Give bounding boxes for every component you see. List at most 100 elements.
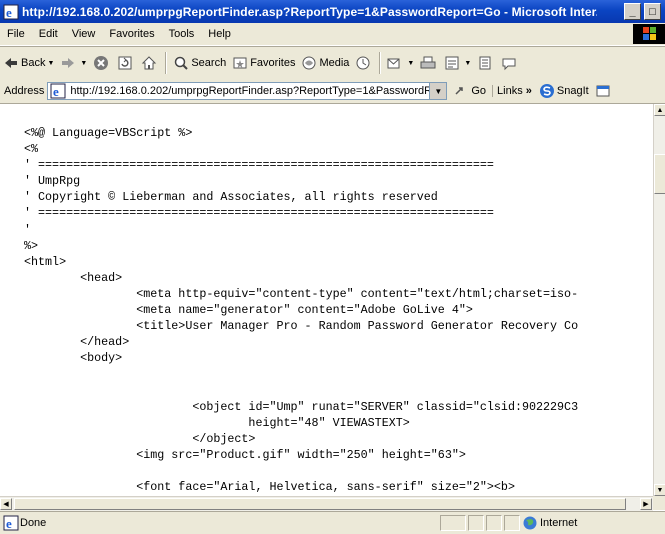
search-label: Search [191,57,227,69]
standard-toolbar: Back ▼ ▼ Search Favorites Media ▼ ▼ [0,46,665,80]
source-line: ' UmpRpg [24,174,81,189]
source-line: <meta http-equiv="content-type" content=… [24,286,579,301]
menu-favorites[interactable]: Favorites [102,28,161,40]
page-done-icon: e [3,515,19,531]
source-line: height="48" VIEWASTEXT> [24,415,410,430]
forward-button[interactable]: ▼ [57,51,90,75]
menu-bar: File Edit View Favorites Tools Help [0,23,665,46]
source-line: ' Copyright © Lieberman and Associates, … [24,190,438,205]
edit-icon [444,55,460,71]
source-line: <%@ Language=VBScript %> [24,126,193,140]
edit-dropdown-icon[interactable]: ▼ [464,60,471,67]
go-arrow-icon [453,83,469,99]
windows-logo-icon [633,24,665,44]
toolbar-separator [165,52,168,74]
menu-view[interactable]: View [65,28,103,40]
page-icon: e [50,83,66,99]
search-icon [173,55,189,71]
source-line [24,366,578,382]
stop-button[interactable] [90,51,114,75]
address-bar: Address e http://192.168.0.202/umprpgRep… [0,79,665,104]
forward-dropdown-icon[interactable]: ▼ [80,60,87,67]
toolbar-separator [379,52,382,74]
scroll-up-icon[interactable]: ▲ [654,104,665,116]
media-label: Media [319,57,350,69]
scroll-right-icon[interactable]: ▶ [640,498,652,510]
source-line: <object id="Ump" runat="SERVER" classid=… [24,399,579,414]
source-line: ' ======================================… [24,206,494,221]
svg-text:e: e [6,5,12,20]
source-line: <title>User Manager Pro - Random Passwor… [24,319,579,334]
vertical-scrollbar[interactable]: ▲ ▼ [653,104,665,496]
favorites-icon [232,55,248,71]
links-label: Links [497,85,523,97]
mail-dropdown-icon[interactable]: ▼ [407,60,414,67]
media-button[interactable]: Media [298,51,352,75]
snagit-window-icon [595,83,611,99]
history-button[interactable] [352,51,376,75]
search-button[interactable]: Search [170,51,229,75]
source-line: <% [24,142,39,157]
source-line [24,383,578,399]
messenger-icon [501,55,517,71]
status-bar: e Done Internet [0,511,665,534]
scrollbar-corner [653,496,665,510]
back-label: Back [21,57,46,69]
favorites-label: Favorites [250,57,296,69]
status-pane [504,515,520,531]
horizontal-scroll-thumb[interactable] [14,498,626,510]
refresh-button[interactable] [114,51,138,75]
source-line: <font face="Arial, Helvetica, sans-serif… [24,480,515,495]
discuss-button[interactable] [474,51,498,75]
back-arrow-icon [3,55,19,71]
print-icon [420,55,436,71]
vertical-scroll-thumb[interactable] [654,154,665,194]
status-text: Done [20,517,47,529]
edit-button[interactable]: ▼ [441,51,474,75]
links-button[interactable]: Links » [492,85,536,97]
scroll-left-icon[interactable]: ◀ [0,498,12,510]
status-pane [486,515,502,531]
snagit-label: SnagIt [556,85,589,97]
go-button[interactable]: Go [447,83,492,99]
address-dropdown-icon[interactable]: ▼ [429,83,447,99]
history-icon [355,55,371,71]
source-line: </head> [24,335,130,350]
scroll-down-icon[interactable]: ▼ [654,484,665,496]
source-code: <%@ Language=VBScript %> <% ' ============… [24,125,578,496]
back-dropdown-icon[interactable]: ▼ [47,60,54,67]
snagit-button[interactable]: SnagIt [536,79,592,103]
source-line [24,463,578,479]
messenger-button[interactable] [498,51,522,75]
minimize-button[interactable]: _ [624,3,641,20]
address-input[interactable]: e http://192.168.0.202/umprpgReportFinde… [47,82,448,100]
security-zone[interactable]: Internet [522,515,652,531]
snagit-icon [539,83,555,99]
home-button[interactable] [138,51,162,75]
source-line: ' [24,222,32,237]
status-pane [440,515,466,531]
source-line: <meta name="generator" content="Adobe Go… [24,303,473,318]
favorites-button[interactable]: Favorites [229,51,298,75]
window-title: http://192.168.0.202/umprpgReportFinder.… [22,4,597,19]
menu-tools[interactable]: Tools [162,28,202,40]
ie-page-icon: e [3,4,19,20]
address-label: Address [4,85,45,97]
horizontal-scrollbar[interactable]: ◀ ▶ [0,496,653,511]
menu-file[interactable]: File [0,28,32,40]
forward-arrow-icon [60,55,76,71]
stop-icon [93,55,109,71]
menu-help[interactable]: Help [201,28,238,40]
media-icon [301,55,317,71]
mail-button[interactable]: ▼ [384,51,417,75]
menu-edit[interactable]: Edit [32,28,65,40]
home-icon [141,55,157,71]
maximize-button[interactable]: □ [644,3,661,20]
source-line: <img src="Product.gif" width="250" heigh… [24,447,466,462]
go-label: Go [471,85,487,97]
back-button[interactable]: Back ▼ [0,51,57,75]
snagit-window-button[interactable] [592,79,616,103]
source-line: </object> [24,431,256,446]
address-value: http://192.168.0.202/umprpgReportFinder.… [70,85,431,97]
print-button[interactable] [417,51,441,75]
